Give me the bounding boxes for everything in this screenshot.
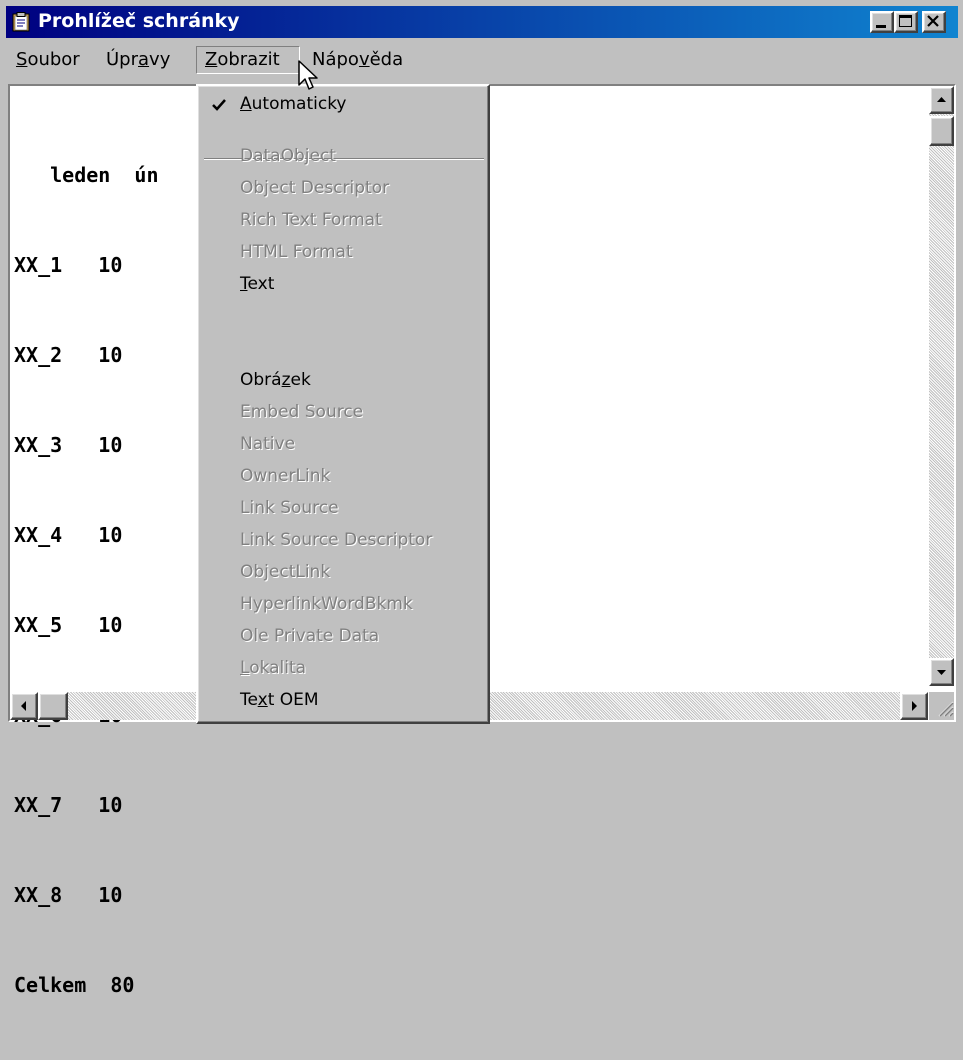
menu-upravy[interactable]: Úpravy: [98, 46, 178, 74]
content-row: XX_3 10: [14, 433, 123, 457]
scroll-right-icon: [912, 701, 917, 711]
content-row: XX_8 10: [14, 883, 123, 907]
close-icon: [927, 15, 939, 27]
menu-item-obrazek[interactable]: Obrázek: [240, 370, 311, 390]
minimize-button[interactable]: [870, 11, 894, 33]
size-grip-icon: [938, 701, 954, 717]
close-button[interactable]: [922, 11, 946, 33]
menu-item-text[interactable]: Text: [240, 274, 274, 294]
clipboard-icon[interactable]: [12, 12, 30, 32]
content-row: XX_4 10: [14, 523, 123, 547]
content-row: XX_2 10: [14, 343, 123, 367]
window-title: Prohlížeč schránky: [38, 10, 240, 32]
scroll-left-button[interactable]: [10, 692, 38, 720]
scroll-up-button[interactable]: [929, 86, 954, 114]
title-bar[interactable]: Prohlížeč schránky: [6, 6, 958, 38]
menu-item-html-format: HTML Format: [240, 242, 353, 262]
menu-item-ole-private-data: Ole Private Data: [240, 626, 380, 646]
menu-item-hyperlinkwordbkmk: HyperlinkWordBkmk: [240, 594, 413, 614]
minimize-icon: [876, 25, 886, 28]
menu-napoveda[interactable]: Nápověda: [304, 46, 411, 74]
menu-zobrazit[interactable]: Zobrazit: [196, 46, 300, 74]
clipboard-text: leden ún XX_1 10 XX_2 10 XX_3 10 XX_4 10…: [14, 100, 159, 1060]
content-header: leden ún: [14, 163, 159, 187]
menu-item-lokalita: Lokalita: [240, 658, 307, 678]
vertical-scroll-thumb[interactable]: [929, 116, 954, 146]
menu-item-link-source: Link Source: [240, 498, 339, 518]
menu-bar: Soubor Úpravy Zobrazit Nápověda: [6, 40, 958, 76]
scroll-left-icon: [21, 701, 26, 711]
zobrazit-dropdown-menu: Automaticky DataObject Object Descriptor…: [196, 84, 490, 724]
scroll-down-button[interactable]: [929, 658, 954, 686]
clipboard-viewer-window: Prohlížeč schránky Soubor Úpravy Zobrazi…: [0, 0, 963, 997]
checkmark-icon: [212, 99, 226, 111]
content-row: XX_5 10: [14, 613, 123, 637]
menu-item-object-descriptor: Object Descriptor: [240, 178, 390, 198]
menu-item-automaticky[interactable]: Automaticky: [240, 94, 347, 114]
content-row: XX_7 10: [14, 793, 123, 817]
menu-item-rich-text-format: Rich Text Format: [240, 210, 382, 230]
vertical-scrollbar[interactable]: [929, 86, 954, 686]
menu-item-objectlink: ObjectLink: [240, 562, 331, 582]
size-grip[interactable]: [929, 692, 954, 720]
menu-item-text-oem[interactable]: Text OEM: [240, 690, 319, 710]
menu-soubor[interactable]: Soubor: [8, 46, 88, 74]
menu-item-dataobject: DataObject: [240, 146, 336, 166]
menu-item-embed-source: Embed Source: [240, 402, 364, 422]
scroll-up-icon: [937, 97, 946, 102]
menu-item-native: Native: [240, 434, 296, 454]
maximize-button[interactable]: [894, 11, 918, 33]
menu-item-link-source-descriptor: Link Source Descriptor: [240, 530, 433, 550]
menu-item-ownerlink: OwnerLink: [240, 466, 331, 486]
content-row: Celkem 80: [14, 973, 135, 997]
content-row: XX_1 10: [14, 253, 123, 277]
scroll-down-icon: [937, 670, 946, 675]
mouse-cursor-icon: [298, 60, 318, 90]
maximize-icon: [899, 15, 912, 27]
scroll-right-button[interactable]: [900, 692, 928, 720]
horizontal-scroll-thumb[interactable]: [38, 692, 68, 720]
